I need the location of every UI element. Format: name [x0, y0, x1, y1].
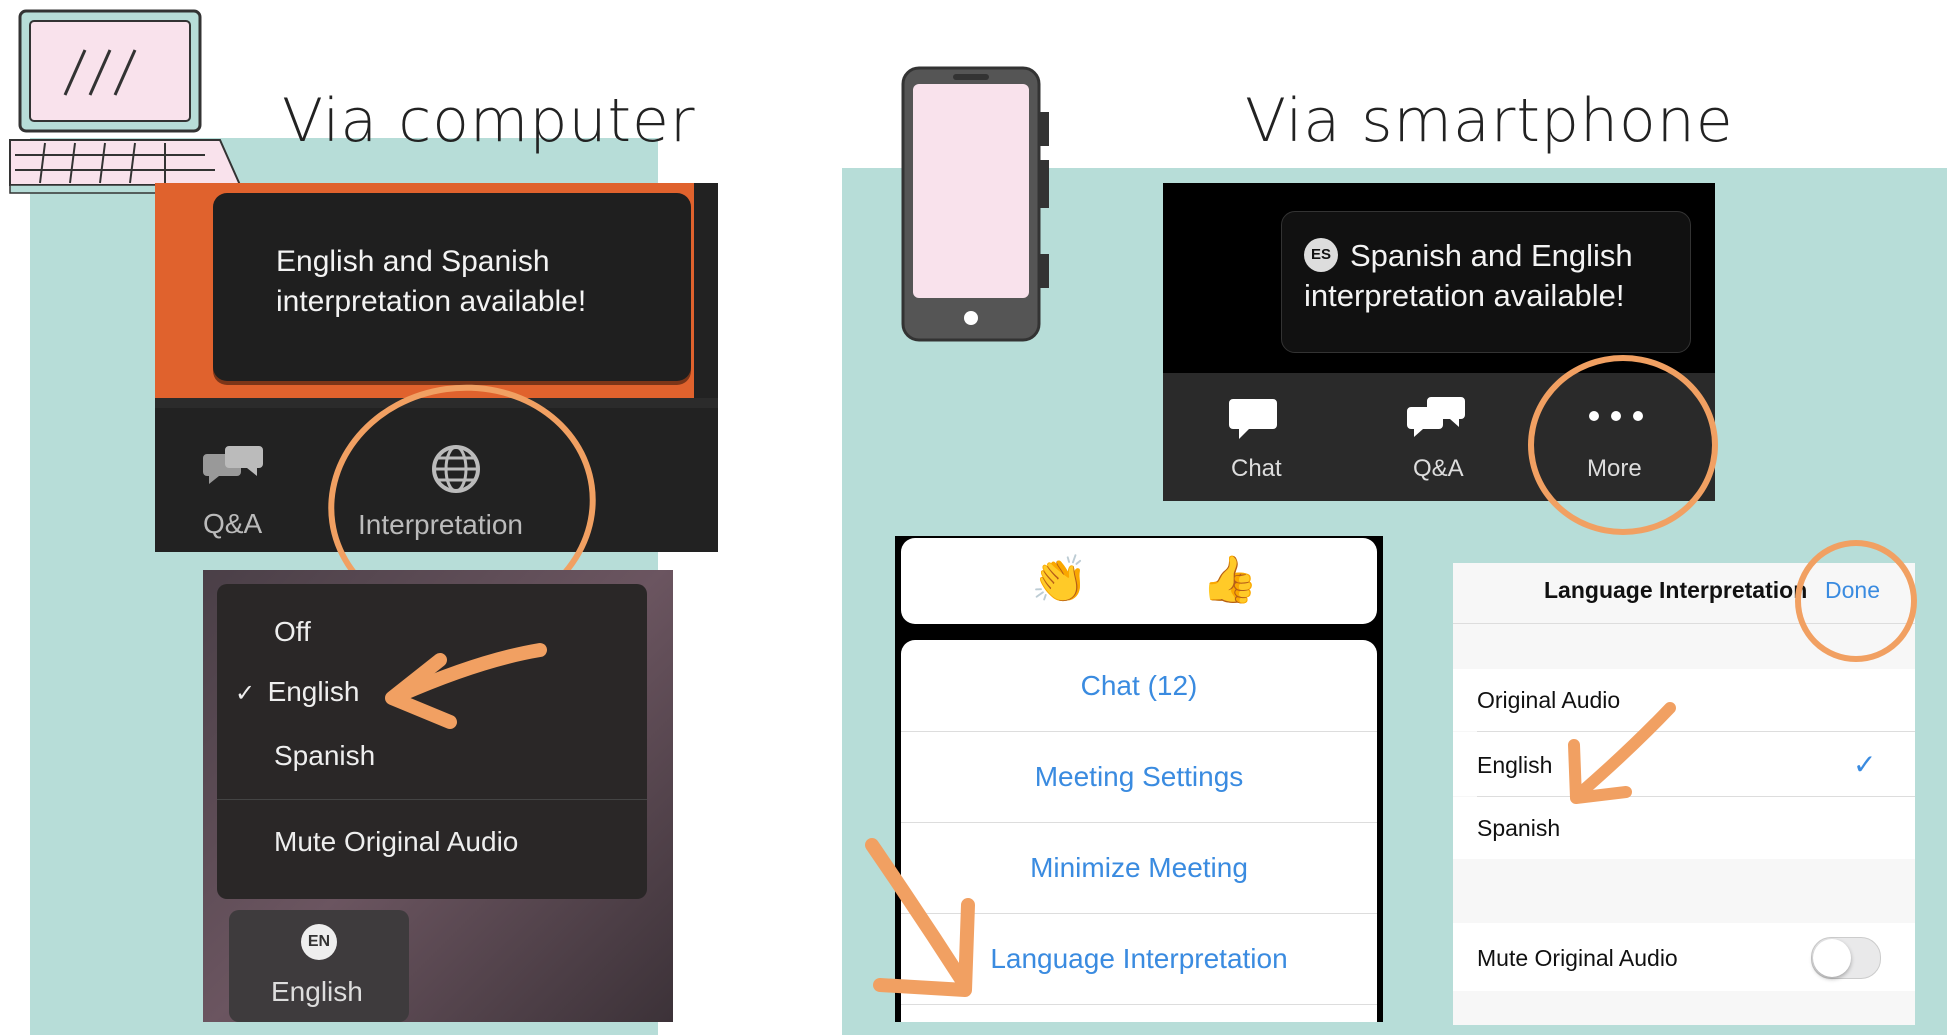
- menu-item-english[interactable]: ✓ English: [235, 676, 359, 708]
- option-spanish-label: Spanish: [1477, 815, 1561, 841]
- chat-count-option[interactable]: Chat (12): [901, 670, 1377, 702]
- highlight-ring-more: [1528, 355, 1718, 535]
- smartphone-illustration: [895, 62, 1055, 347]
- interpretation-available-tooltip: English and Spanish interpretation avail…: [213, 193, 691, 381]
- chat-icon: [1229, 399, 1277, 439]
- menu-item-off[interactable]: Off: [274, 616, 311, 648]
- mute-original-audio-label: Mute Original Audio: [1477, 945, 1678, 971]
- en-badge: EN: [301, 924, 337, 960]
- computer-heading: Via computer: [282, 86, 696, 156]
- menu-item-mute-original-audio[interactable]: Mute Original Audio: [274, 826, 518, 858]
- option-english[interactable]: English ✓: [1453, 732, 1915, 796]
- arrow-to-english-option: [1568, 702, 1676, 804]
- mobile-interpretation-tooltip: ES Spanish and English interpretation av…: [1281, 211, 1691, 353]
- option-spanish[interactable]: Spanish: [1453, 797, 1915, 859]
- es-badge: ES: [1304, 238, 1338, 272]
- row-divider: [901, 731, 1377, 732]
- mute-toggle[interactable]: [1811, 937, 1881, 979]
- mute-original-audio-row: Mute Original Audio: [1453, 923, 1915, 991]
- chat-bubbles-icon: [203, 446, 263, 484]
- arrow-to-english: [385, 643, 547, 729]
- mobile-qa-label: Q&A: [1413, 455, 1464, 482]
- row-divider: [901, 822, 1377, 823]
- mobile-qa-button[interactable]: Q&A: [1399, 391, 1479, 491]
- mobile-tooltip-line-1: Spanish and English: [1350, 238, 1633, 273]
- checkmark-icon: ✓: [235, 680, 256, 707]
- menu-item-english-label: English: [267, 676, 360, 707]
- chat-label: Chat: [1231, 455, 1282, 482]
- menu-divider: [217, 799, 647, 800]
- menu-item-spanish[interactable]: Spanish: [274, 740, 375, 772]
- thumbs-up-reaction[interactable]: 👍: [1201, 552, 1258, 607]
- settings-title: Language Interpretation: [1544, 577, 1808, 603]
- qa-label: Q&A: [203, 508, 263, 539]
- clap-reaction[interactable]: 👏: [1031, 552, 1088, 607]
- reactions-bar: 👏 👍: [901, 538, 1377, 624]
- language-button[interactable]: EN English: [229, 910, 409, 1022]
- option-english-label: English: [1477, 752, 1553, 778]
- qa-chat-bubbles-icon: [1407, 397, 1465, 437]
- mobile-tooltip-line-2: interpretation available!: [1304, 278, 1625, 313]
- arrow-to-language-interpretation: [865, 838, 975, 997]
- toggle-knob: [1813, 939, 1851, 977]
- chat-button[interactable]: Chat: [1213, 391, 1293, 491]
- laptop-illustration: [5, 5, 245, 195]
- tooltip-line-1: English and Spanish: [276, 245, 550, 278]
- meeting-settings-option[interactable]: Meeting Settings: [901, 761, 1377, 793]
- option-original-audio[interactable]: Original Audio: [1453, 669, 1915, 731]
- checkmark-icon: ✓: [1853, 749, 1877, 780]
- qa-button[interactable]: Q&A: [195, 440, 275, 540]
- language-button-label: English: [271, 976, 363, 1007]
- tooltip-line-2: interpretation available!: [276, 285, 587, 318]
- highlight-ring-done: [1795, 540, 1917, 662]
- smartphone-heading: Via smartphone: [1245, 86, 1734, 156]
